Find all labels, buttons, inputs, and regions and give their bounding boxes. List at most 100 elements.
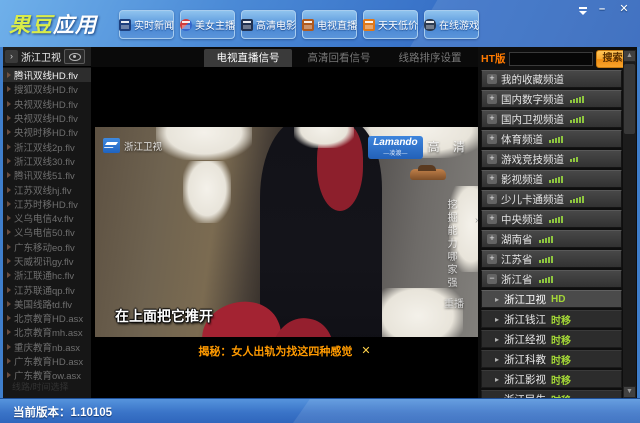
source-list-item[interactable]: 义乌电信50.flv <box>3 225 91 239</box>
eye-toggle-button[interactable] <box>64 49 85 64</box>
bullet-icon <box>7 272 11 279</box>
nav-tv-button[interactable]: 电视直播 <box>302 10 357 39</box>
tab-线路排序设置[interactable]: 线路排序设置 <box>386 49 474 67</box>
bullet-icon <box>7 72 11 79</box>
nav-movie-button[interactable]: 高清电影 <box>241 10 296 39</box>
ticker-text[interactable]: 揭秘：女人出轨为找这四种感觉 <box>198 343 352 359</box>
signal-bar <box>576 117 578 123</box>
skin-menu-icon[interactable] <box>578 6 588 16</box>
source-list-item[interactable]: 央视双线HD.flv <box>3 97 91 111</box>
source-name: 广东移动eo.flv <box>14 242 75 254</box>
collapse-left-panel-icon[interactable]: › <box>5 50 18 63</box>
category-row[interactable]: + 国内卫视频道 <box>481 110 622 128</box>
category-row[interactable]: + 中央频道 <box>481 210 622 228</box>
expand-icon[interactable]: + <box>487 94 497 104</box>
subchannel-row[interactable]: ▸ 浙江影视 时移 <box>481 370 622 388</box>
source-list-item[interactable]: 央视时移HD.flv <box>3 125 91 139</box>
title-bar: 果豆应用 实时新闻 美女主播 高清电影 电视直播 天天低价 在线游戏 – ✕ <box>0 0 640 47</box>
signal-bar <box>573 118 575 123</box>
nav-game-button[interactable]: 在线游戏 <box>424 10 479 39</box>
source-list-item[interactable]: 义乌电信4v.flv <box>3 211 91 225</box>
category-row[interactable]: + 我的收藏频道 <box>481 70 622 88</box>
expand-icon[interactable]: + <box>487 214 497 224</box>
category-label: 浙江省 <box>501 273 533 286</box>
subchannel-tag: HD <box>551 293 566 305</box>
expand-icon[interactable]: + <box>487 194 497 204</box>
expand-icon[interactable]: + <box>487 74 497 84</box>
category-row[interactable]: + 游戏竞技频道 <box>481 150 622 168</box>
category-row[interactable]: − 浙江省 <box>481 270 622 288</box>
source-list-item[interactable]: 北京教育mh.asx <box>3 325 91 339</box>
source-list-item[interactable]: 北京教育HD.asx <box>3 311 91 325</box>
category-row[interactable]: + 国内数字频道 <box>481 90 622 108</box>
nav-news-button[interactable]: 实时新闻 <box>119 10 174 39</box>
bullet-icon <box>7 86 11 93</box>
expand-icon[interactable]: + <box>487 254 497 264</box>
source-list-item[interactable]: 重庆教育nb.asx <box>3 340 91 354</box>
minimize-icon[interactable]: – <box>594 3 610 17</box>
nav-price-button[interactable]: 天天低价 <box>363 10 418 39</box>
category-row[interactable]: + 体育频道 <box>481 130 622 148</box>
source-list-item[interactable]: 腾讯双线51.flv <box>3 168 91 182</box>
source-name: 广东教育HD.asx <box>14 357 84 369</box>
signal-bar <box>561 175 563 183</box>
signal-bars-icon <box>538 235 553 243</box>
scrollbar-thumb[interactable] <box>624 64 635 134</box>
subchannel-row[interactable]: ▸ 浙江科教 时移 <box>481 350 622 368</box>
expand-icon[interactable]: + <box>487 134 497 144</box>
source-list-item[interactable]: 央视双线HD.flv <box>3 111 91 125</box>
source-list-item[interactable]: 江苏双线hj.flv <box>3 182 91 197</box>
tab-高清回看信号[interactable]: 高清回看信号 <box>295 49 383 67</box>
source-list-item[interactable]: 江苏联通qp.flv <box>3 282 91 297</box>
tab-电视直播信号[interactable]: 电视直播信号 <box>204 49 292 67</box>
signal-bars-icon <box>570 95 584 103</box>
source-list-item[interactable]: 浙江双线2p.flv <box>3 139 91 154</box>
signal-bar <box>573 157 575 162</box>
source-list-item[interactable]: 美国线路td.flv <box>3 297 91 311</box>
search-input[interactable] <box>508 51 593 66</box>
subchannel-row[interactable]: ▸ 浙江卫视 HD <box>481 290 622 308</box>
hd-watermark-text: 高 清 <box>427 140 470 154</box>
source-list-item[interactable]: 浙江联通hc.flv <box>3 268 91 282</box>
signal-bars-icon <box>570 156 578 162</box>
right-panel-collapse-handle[interactable]: › <box>475 215 478 226</box>
category-row[interactable]: + 湖南省 <box>481 230 622 248</box>
category-row[interactable]: + 影视频道 <box>481 170 622 188</box>
source-list-item[interactable]: 江苏时移HD.flv <box>3 197 91 211</box>
bullet-icon <box>7 300 11 307</box>
bullet-icon <box>7 372 11 379</box>
ticker-close-icon[interactable]: ✕ <box>361 345 370 357</box>
subchannel-row[interactable]: ▸浙江民生时移 <box>481 390 622 398</box>
source-name: 江苏联通qp.flv <box>14 285 75 297</box>
close-icon[interactable]: ✕ <box>616 3 632 17</box>
source-list-item[interactable]: 天威视讯gy.flv <box>3 254 91 268</box>
signal-bar <box>550 255 553 263</box>
expand-icon[interactable]: + <box>487 114 497 124</box>
scroll-up-icon[interactable]: ▲ <box>623 50 636 62</box>
category-row[interactable]: + 江苏省 <box>481 250 622 268</box>
source-list-item[interactable]: 广东移动eo.flv <box>3 240 91 254</box>
nav-button-label: 高清电影 <box>256 21 296 32</box>
expand-icon[interactable]: + <box>487 234 497 244</box>
expand-icon[interactable]: + <box>487 174 497 184</box>
source-name: 北京教育HD.asx <box>14 314 84 326</box>
source-list-item[interactable]: 搜狐双线HD.flv <box>3 82 91 96</box>
category-list: + 我的收藏频道 + 国内数字频道 + 国内卫视频道 + 体育频道 + 游戏竞技频道 + 影视频道 + 少… <box>481 70 622 398</box>
source-name: 浙江双线30.flv <box>14 156 75 168</box>
subchannel-row[interactable]: ▸ 浙江钱江 时移 <box>481 310 622 328</box>
scroll-down-icon[interactable]: ▼ <box>623 386 636 398</box>
category-scrollbar[interactable]: ▲ ▼ <box>623 50 636 398</box>
source-list-item[interactable]: 广东教育HD.asx <box>3 354 91 368</box>
nav-anchor-button[interactable]: 美女主播 <box>180 10 235 39</box>
bullet-icon <box>7 243 11 250</box>
collapse-icon[interactable]: − <box>487 274 497 284</box>
subchannel-row[interactable]: ▸ 浙江经视 时移 <box>481 330 622 348</box>
video-subtitle: 在上面把它推开 <box>115 308 213 324</box>
source-name: 重庆教育nb.asx <box>14 342 80 354</box>
expand-icon[interactable]: + <box>487 154 497 164</box>
source-list-item[interactable]: 浙江双线30.flv <box>3 154 91 168</box>
signal-bar <box>547 236 550 243</box>
player-stage[interactable]: 浙江卫视 Lamando —凌渡— 高 清 挖掘能力哪家强 重播 在上面把它推开… <box>91 67 478 398</box>
source-list-item[interactable]: 腾讯双线HD.flv <box>3 68 91 83</box>
category-row[interactable]: + 少儿卡通频道 <box>481 190 622 208</box>
